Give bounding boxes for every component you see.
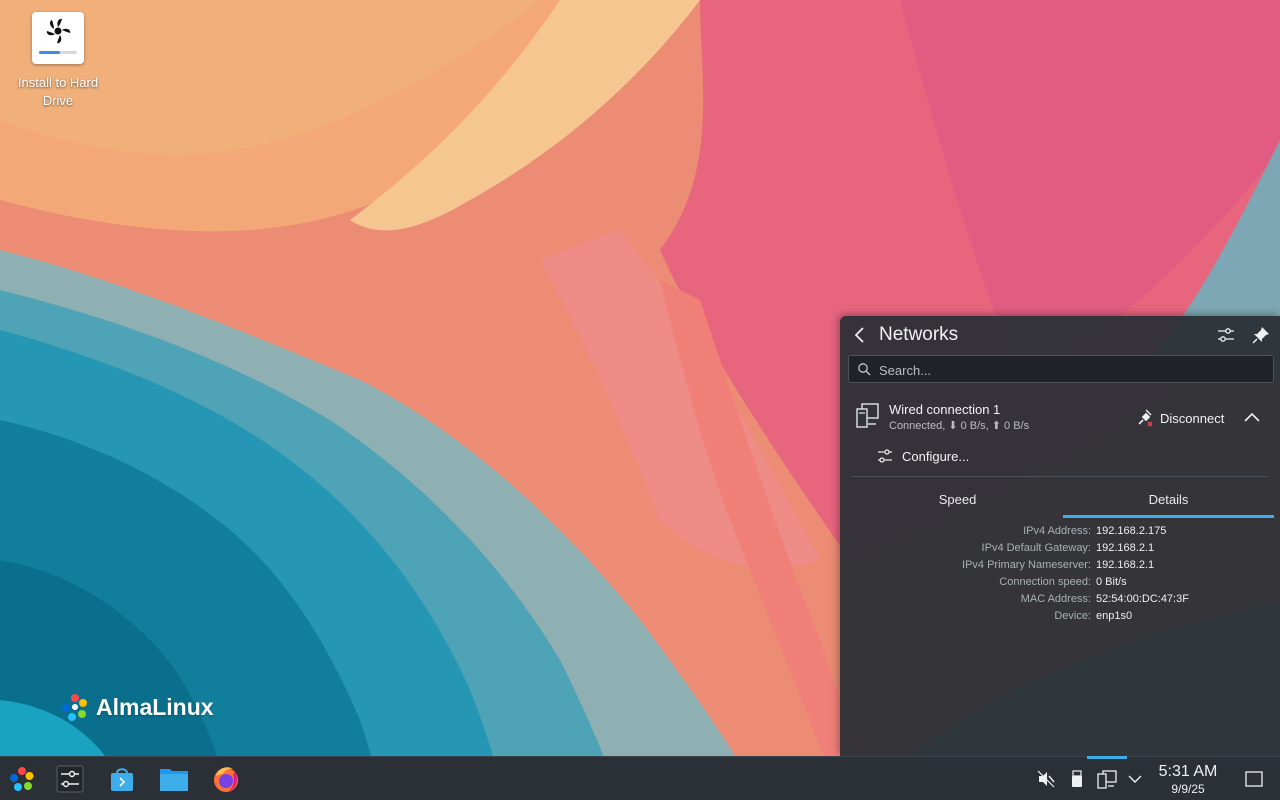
- taskbar: 5:31 AM 9/9/25: [0, 756, 1280, 800]
- install-to-hard-drive-icon[interactable]: Install to Hard Drive: [8, 12, 108, 110]
- show-desktop-button[interactable]: [1242, 757, 1266, 800]
- divider: [852, 476, 1268, 477]
- discover-store-icon: [111, 768, 133, 791]
- chevron-up-icon[interactable]: [1243, 408, 1261, 426]
- usb-device-icon: [1072, 770, 1082, 787]
- installer-icon: [32, 12, 84, 64]
- detail-value: 0 Bit/s: [1096, 576, 1127, 588]
- configure-network-icon[interactable]: [1216, 325, 1236, 345]
- system-settings-launcher[interactable]: [50, 757, 90, 800]
- wired-connection-item[interactable]: Wired connection 1 Connected, ⬇ 0 B/s, ⬆…: [840, 394, 1280, 444]
- configure-label: Configure...: [902, 448, 970, 464]
- detail-value: enp1s0: [1096, 610, 1133, 622]
- popup-title: Networks: [879, 324, 959, 345]
- network-wired-icon: [856, 403, 879, 428]
- pin-icon[interactable]: [1251, 325, 1271, 345]
- detail-value: 192.168.2.175: [1096, 525, 1167, 537]
- connection-name: Wired connection 1: [889, 402, 1001, 417]
- install-icon-label: Install to Hard Drive: [17, 75, 99, 108]
- detail-key: IPv4 Default Gateway:: [981, 542, 1091, 554]
- brand-text: AlmaLinux: [96, 693, 214, 720]
- settings-sliders-icon: [878, 449, 892, 463]
- detail-row-gateway: IPv4 Default Gateway: 192.168.2.1: [840, 540, 1280, 557]
- detail-value: 192.168.2.1: [1096, 559, 1155, 571]
- detail-row-mac: MAC Address: 52:54:00:DC:47:3F: [840, 591, 1280, 608]
- search-input[interactable]: [877, 356, 1261, 384]
- removable-devices-button[interactable]: [1066, 757, 1088, 800]
- configure-button[interactable]: Configure...: [876, 447, 969, 465]
- back-arrow-icon[interactable]: [850, 325, 870, 345]
- application-launcher-button[interactable]: [2, 757, 42, 800]
- detail-key: IPv4 Primary Nameserver:: [962, 559, 1091, 571]
- popup-header: Networks: [840, 316, 1280, 354]
- detail-row-nameserver: IPv4 Primary Nameserver: 192.168.2.1: [840, 557, 1280, 574]
- details-list: IPv4 Address: 192.168.2.175 IPv4 Default …: [840, 523, 1280, 625]
- volume-button[interactable]: [1034, 757, 1058, 800]
- detail-key: Connection speed:: [999, 576, 1091, 588]
- dolphin-folder-icon: [160, 769, 188, 791]
- discover-launcher[interactable]: [102, 757, 142, 800]
- detail-row-device: Device: enp1s0: [840, 608, 1280, 625]
- firefox-launcher[interactable]: [206, 757, 246, 800]
- connection-status: Connected, ⬇ 0 B/s, ⬆ 0 B/s: [889, 420, 1030, 432]
- volume-muted-icon: [1037, 770, 1055, 788]
- clock-date: 9/9/25: [1171, 782, 1205, 796]
- detail-key: Device:: [1054, 610, 1091, 622]
- disconnect-plug-icon: [1138, 409, 1153, 427]
- show-hidden-icons-button[interactable]: [1124, 757, 1146, 800]
- system-settings-icon: [56, 765, 84, 793]
- detail-key: IPv4 Address:: [1023, 525, 1091, 537]
- disconnect-label: Disconnect: [1160, 410, 1225, 426]
- detail-key: MAC Address:: [1020, 593, 1091, 605]
- tab-details[interactable]: Details: [1063, 484, 1274, 518]
- detail-value: 192.168.2.1: [1096, 542, 1155, 554]
- chevron-down-icon: [1128, 775, 1142, 783]
- almalinux-brand-logo: AlmaLinux: [58, 690, 214, 724]
- show-desktop-icon: [1245, 771, 1263, 787]
- networks-popup: Networks Wired connection 1 Connected, ⬇…: [840, 316, 1280, 756]
- almalinux-logo-icon: [62, 694, 87, 721]
- detail-row-ipv4: IPv4 Address: 192.168.2.175: [840, 523, 1280, 540]
- clock-time: 5:31 AM: [1158, 763, 1218, 780]
- network-tray-button[interactable]: [1094, 757, 1120, 800]
- almalinux-logo-icon: [10, 767, 34, 791]
- detail-row-speed: Connection speed: 0 Bit/s: [840, 574, 1280, 591]
- search-icon: [858, 363, 871, 376]
- search-field[interactable]: [848, 355, 1274, 384]
- disconnect-button[interactable]: Disconnect: [1136, 406, 1224, 430]
- tab-speed[interactable]: Speed: [852, 484, 1063, 518]
- detail-value: 52:54:00:DC:47:3F: [1096, 593, 1189, 605]
- firefox-icon: [214, 767, 238, 792]
- digital-clock[interactable]: 5:31 AM 9/9/25: [1152, 763, 1224, 797]
- network-wired-icon: [1097, 770, 1117, 789]
- file-manager-launcher[interactable]: [154, 757, 194, 800]
